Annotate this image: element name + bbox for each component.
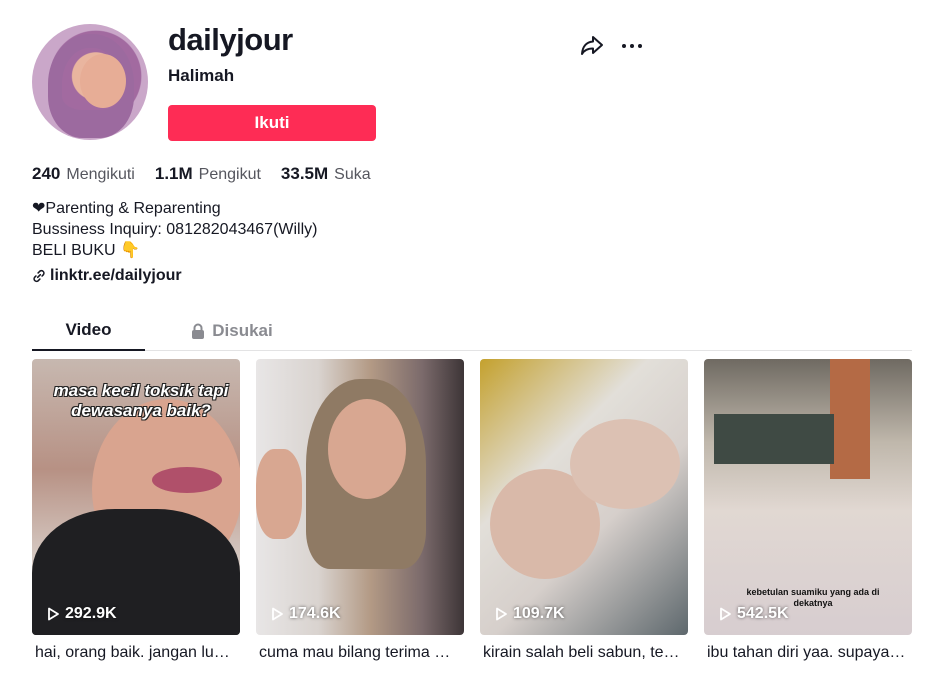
bio-line: Bussiness Inquiry: 081282043467(Willy) xyxy=(32,221,318,238)
video-views: 542.5K xyxy=(718,605,789,623)
bio-line: BELI BUKU 👇 xyxy=(32,242,140,259)
thumbnail-pillar xyxy=(830,359,870,479)
link-icon xyxy=(33,269,45,283)
stat-followers-label: Pengikut xyxy=(198,166,261,183)
video-views-count: 542.5K xyxy=(737,605,789,622)
share-icon[interactable] xyxy=(580,33,604,57)
lock-icon xyxy=(192,323,205,339)
video-caption[interactable]: hai, orang baik. jangan lu… xyxy=(32,644,237,662)
play-icon xyxy=(496,607,507,621)
video-card[interactable]: masa kecil toksik tapi dewasanya baik? 2… xyxy=(32,359,240,662)
stat-followers[interactable]: 1.1M Pengikut xyxy=(155,164,261,184)
video-card[interactable]: 109.7K kirain salah beli sabun, te… xyxy=(480,359,688,662)
video-thumbnail[interactable]: kebetulan suamiku yang ada di dekatnya 5… xyxy=(704,359,912,635)
stat-followers-count: 1.1M xyxy=(154,164,193,183)
video-views-count: 109.7K xyxy=(513,605,565,622)
stat-likes: 33.5M Suka xyxy=(281,164,371,184)
profile-tabs: Video Disukai xyxy=(32,310,912,351)
video-thumbnail[interactable]: masa kecil toksik tapi dewasanya baik? 2… xyxy=(32,359,240,635)
thumbnail-face xyxy=(328,399,406,499)
video-caption[interactable]: cuma mau bilang terima … xyxy=(256,644,461,662)
video-overlay-text: masa kecil toksik tapi dewasanya baik? xyxy=(53,381,229,420)
video-grid: masa kecil toksik tapi dewasanya baik? 2… xyxy=(32,359,912,669)
video-caption[interactable]: ibu tahan diri yaa. supaya… xyxy=(704,644,909,662)
username: dailyjour xyxy=(168,22,293,57)
profile-link[interactable]: linktr.ee/dailyjour xyxy=(32,267,182,285)
play-icon xyxy=(720,607,731,621)
video-views: 292.9K xyxy=(46,605,117,623)
stat-following-count: 240 xyxy=(32,164,61,183)
play-icon xyxy=(272,607,283,621)
video-views: 174.6K xyxy=(270,605,341,623)
video-card[interactable]: 174.6K cuma mau bilang terima … xyxy=(256,359,464,662)
thumbnail-hand xyxy=(256,449,302,539)
bio: ❤Parenting & Reparenting Bussiness Inqui… xyxy=(32,198,317,261)
video-views-count: 174.6K xyxy=(289,605,341,622)
video-caption[interactable]: kirain salah beli sabun, te… xyxy=(480,644,685,662)
avatar-face xyxy=(80,54,126,108)
tab-liked[interactable]: Disukai xyxy=(172,310,292,351)
video-views: 109.7K xyxy=(494,605,565,623)
tab-video[interactable]: Video xyxy=(32,310,145,351)
follow-button[interactable]: Ikuti xyxy=(168,105,376,141)
more-icon[interactable] xyxy=(620,34,644,58)
thumbnail-storefront xyxy=(714,414,834,464)
video-thumbnail[interactable]: 174.6K xyxy=(256,359,464,635)
stat-likes-count: 33.5M xyxy=(280,164,329,183)
stat-following-label: Mengikuti xyxy=(66,166,135,183)
play-icon xyxy=(48,607,59,621)
thumbnail-mouth xyxy=(152,467,222,493)
avatar xyxy=(32,24,148,140)
nickname: Halimah xyxy=(168,66,235,85)
stat-likes-label: Suka xyxy=(334,166,371,183)
tab-liked-label: Disukai xyxy=(212,320,273,340)
video-views-count: 292.9K xyxy=(65,605,117,622)
profile-link-text: linktr.ee/dailyjour xyxy=(50,267,182,284)
stat-following[interactable]: 240 Mengikuti xyxy=(32,164,135,184)
bio-line: ❤Parenting & Reparenting xyxy=(32,200,221,217)
profile-stats: 240 Mengikuti 1.1M Pengikut 33.5M Suka xyxy=(32,164,391,184)
tab-video-label: Video xyxy=(65,319,112,339)
thumbnail-hand-right xyxy=(570,419,680,509)
video-thumbnail[interactable]: 109.7K xyxy=(480,359,688,635)
video-card[interactable]: kebetulan suamiku yang ada di dekatnya 5… xyxy=(704,359,912,662)
